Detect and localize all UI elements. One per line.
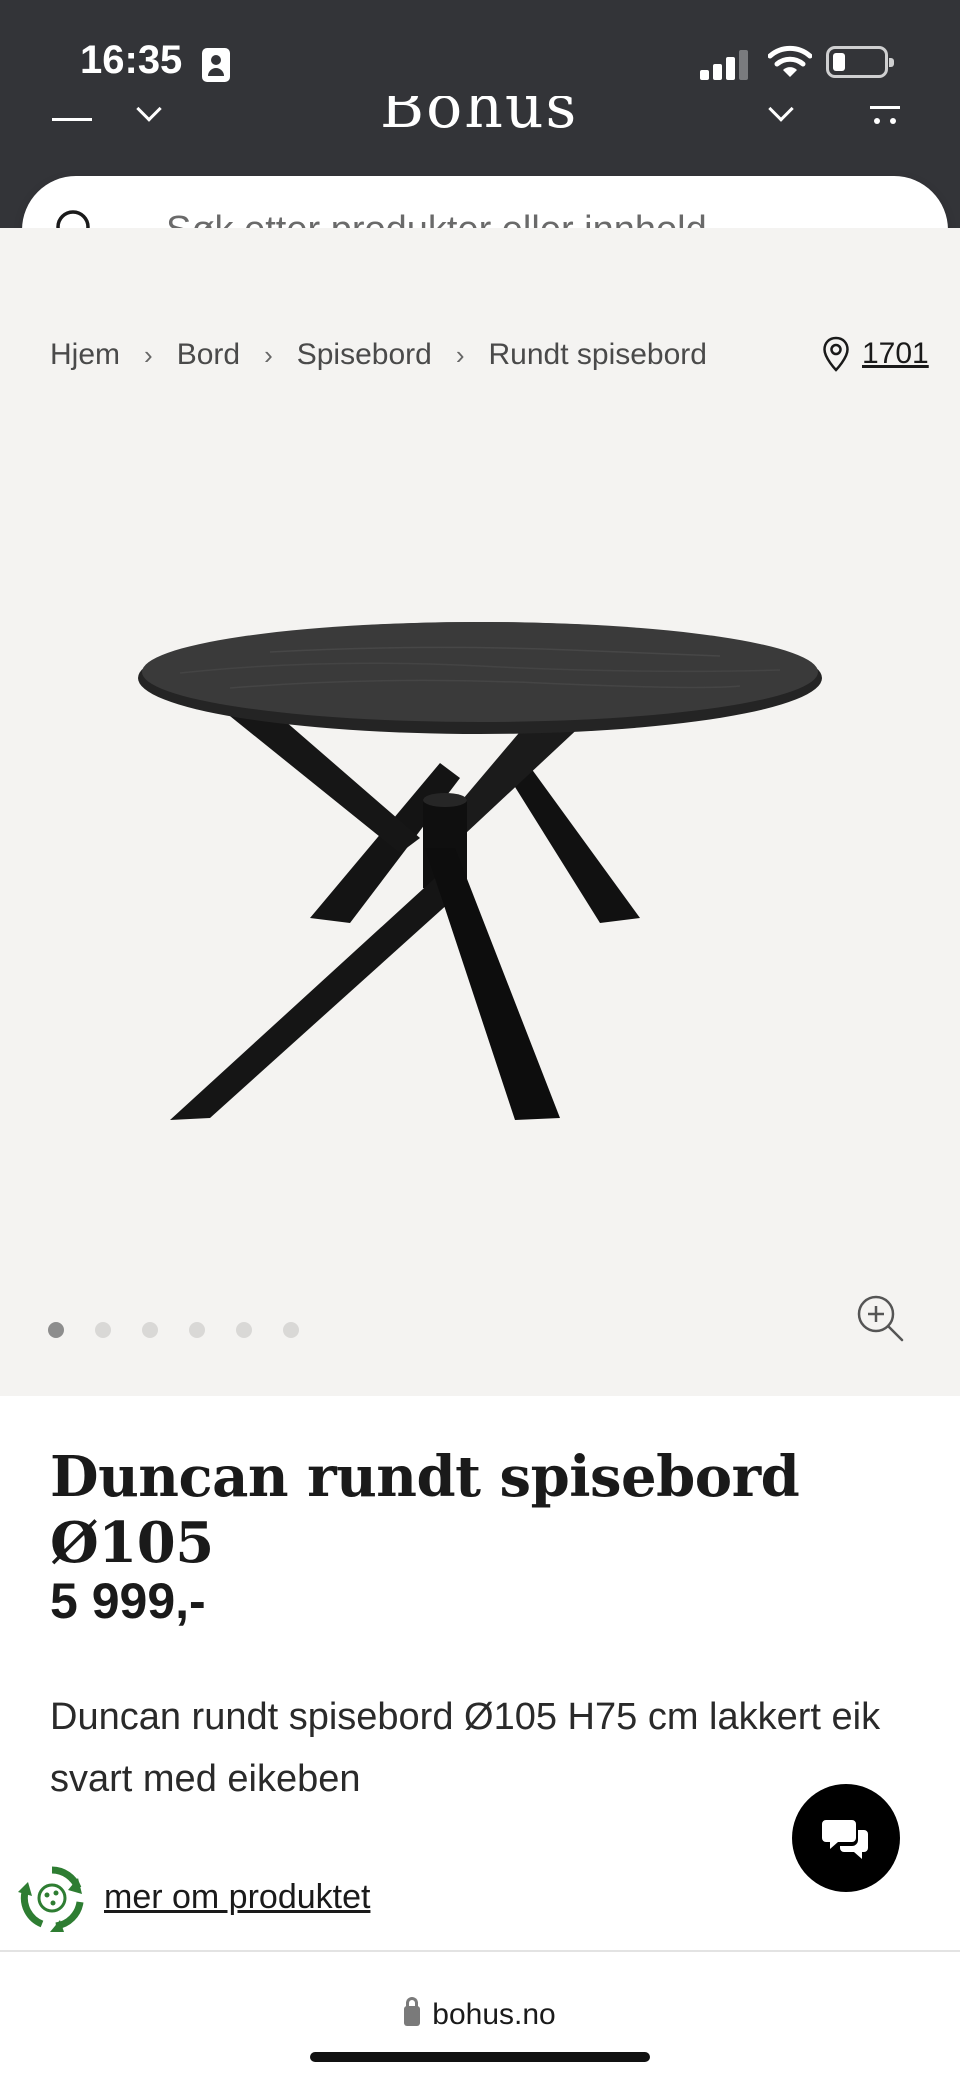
chat-button[interactable] <box>792 1784 900 1892</box>
breadcrumb-separator: › <box>455 339 465 370</box>
browser-address-bar[interactable]: bohus.no <box>0 1950 960 2078</box>
gallery-dot[interactable] <box>142 1322 158 1338</box>
url-text: bohus.no <box>432 1998 556 2031</box>
chevron-down-icon[interactable] <box>768 96 794 122</box>
cart-icon[interactable] <box>866 96 902 126</box>
chat-bubbles-icon <box>822 1820 868 1859</box>
contact-card-icon <box>202 48 230 82</box>
lock-icon <box>404 1997 421 2026</box>
gallery-dot[interactable] <box>95 1322 111 1338</box>
menu-icon[interactable] <box>52 118 92 121</box>
breadcrumb-item-bord[interactable]: Bord <box>177 338 240 372</box>
product-title: Duncan rundt spisebord Ø105 <box>50 1444 800 1576</box>
store-link[interactable]: 1701 <box>862 337 929 371</box>
cellular-signal-icon <box>700 48 750 80</box>
zoom-in-icon[interactable] <box>854 1292 906 1344</box>
wifi-icon <box>768 45 812 77</box>
location-pin-icon <box>823 336 849 372</box>
recycle-icon <box>18 1866 84 1932</box>
gallery-dot[interactable] <box>189 1322 205 1338</box>
battery-icon <box>826 46 894 78</box>
breadcrumb-item-home[interactable]: Hjem <box>50 338 120 372</box>
gallery-dot[interactable] <box>283 1322 299 1338</box>
breadcrumb-separator: › <box>264 339 273 370</box>
product-description: Duncan rundt spisebord Ø105 H75 cm lakke… <box>50 1696 881 1800</box>
product-image[interactable] <box>120 548 840 1208</box>
gallery-pagination <box>48 1322 330 1338</box>
breadcrumb-item-rundt-spisebord[interactable]: Rundt spisebord <box>489 338 707 372</box>
product-gallery: Hjem › Bord › Spisebord › Rundt spisebor… <box>0 228 960 1396</box>
chevron-down-icon[interactable] <box>136 96 162 122</box>
gallery-dot[interactable] <box>236 1322 252 1338</box>
home-indicator <box>310 2052 650 2062</box>
breadcrumb-item-spisebord[interactable]: Spisebord <box>297 338 432 372</box>
gallery-dot[interactable] <box>48 1322 64 1338</box>
main-nav: Bohus <box>0 96 960 136</box>
store-selector[interactable]: 1701 <box>822 336 929 372</box>
status-time: 16:35 <box>80 38 183 82</box>
url-display[interactable]: bohus.no <box>0 1997 960 2032</box>
more-about-product-link[interactable]: mer om produktet <box>104 1878 370 1917</box>
breadcrumb: Hjem › Bord › Spisebord › Rundt spisebor… <box>50 338 707 372</box>
product-price: 5 999,- <box>50 1573 206 1629</box>
breadcrumb-separator: › <box>144 339 153 370</box>
site-logo[interactable]: Bohus <box>380 96 578 136</box>
